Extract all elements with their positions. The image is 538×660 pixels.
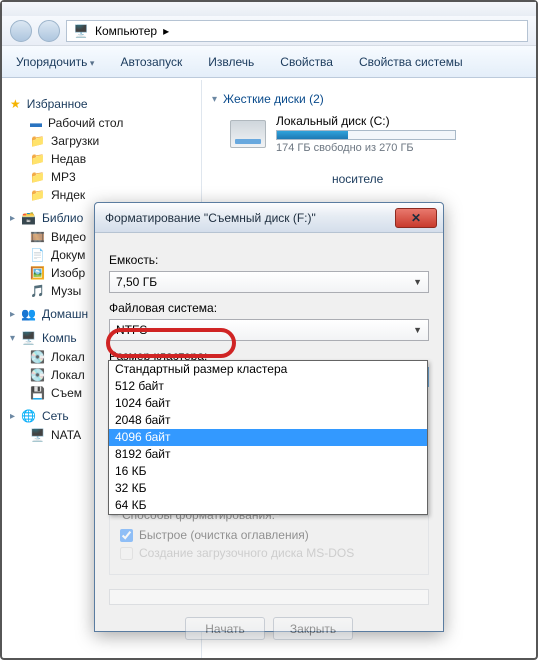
- fs-combo[interactable]: NTFS ▼: [109, 319, 429, 341]
- lbl: Сеть: [42, 409, 69, 423]
- breadcrumb-sep: ▸: [163, 24, 169, 38]
- grp-favorites[interactable]: ★Избранное: [8, 94, 195, 114]
- carrier-text: носителе: [332, 172, 526, 186]
- close-dlg-button[interactable]: Закрыть: [273, 617, 353, 640]
- msdos-boot-check: Создание загрузочного диска MS-DOS: [120, 546, 418, 560]
- progress-bar: [109, 589, 429, 605]
- cluster-dropdown[interactable]: Стандартный размер кластера512 байт1024 …: [108, 360, 428, 515]
- cluster-option[interactable]: 2048 байт: [109, 412, 427, 429]
- disk-free: 174 ГБ свободно из 270 ГБ: [276, 142, 456, 154]
- sidebar-item-mp3[interactable]: 📁MP3: [8, 168, 195, 186]
- lbl: Яндек: [51, 188, 85, 202]
- tb-properties[interactable]: Свойства: [280, 55, 333, 69]
- close-button[interactable]: ✕: [395, 208, 437, 228]
- tb-eject[interactable]: Извлечь: [208, 55, 254, 69]
- cluster-option[interactable]: Стандартный размер кластера: [109, 361, 427, 378]
- lbl: MP3: [51, 170, 76, 184]
- lbl: Музы: [51, 284, 81, 298]
- space-bar: [276, 130, 456, 140]
- capacity-label: Емкость:: [109, 253, 429, 267]
- cluster-option[interactable]: 16 КБ: [109, 463, 427, 480]
- lbl: Создание загрузочного диска MS-DOS: [139, 546, 354, 560]
- nav-back-button[interactable]: [10, 20, 32, 42]
- cluster-option[interactable]: 1024 байт: [109, 395, 427, 412]
- dialog-titlebar[interactable]: Форматирование "Съемный диск (F:)" ✕: [95, 203, 443, 233]
- lbl: Библио: [42, 211, 83, 225]
- cluster-option[interactable]: 32 КБ: [109, 480, 427, 497]
- cluster-option[interactable]: 8192 байт: [109, 446, 427, 463]
- cluster-option[interactable]: 64 КБ: [109, 497, 427, 514]
- address-bar[interactable]: 🖥️ Компьютер ▸: [66, 20, 528, 42]
- sidebar-item-desktop[interactable]: ▬Рабочий стол: [8, 114, 195, 132]
- lbl: Домашн: [42, 307, 88, 321]
- hdd-icon: [230, 120, 266, 148]
- lbl: Быстрое (очистка оглавления): [139, 528, 309, 542]
- toolbar: Упорядочить Автозапуск Извлечь Свойства …: [2, 46, 536, 78]
- lbl: NATA: [51, 428, 81, 442]
- sidebar-item-downloads[interactable]: 📁Загрузки: [8, 132, 195, 150]
- lbl: Съем: [51, 386, 82, 400]
- msdos-boot-checkbox: [120, 547, 133, 560]
- section-hdd[interactable]: Жесткие диски (2): [212, 92, 526, 106]
- start-button[interactable]: Начать: [185, 617, 265, 640]
- lbl: Изобр: [51, 266, 85, 280]
- lbl: Закрыть: [290, 622, 336, 636]
- breadcrumb-root[interactable]: Компьютер: [95, 24, 157, 38]
- disk-name: Локальный диск (C:): [276, 114, 456, 128]
- window-titlebar: [2, 2, 536, 16]
- grp-favorites-label: Избранное: [27, 97, 88, 111]
- cluster-option[interactable]: 4096 байт: [109, 429, 427, 446]
- lbl: Загрузки: [51, 134, 99, 148]
- capacity-value: 7,50 ГБ: [116, 275, 157, 289]
- lbl: Локал: [51, 350, 85, 364]
- chevron-down-icon: ▼: [413, 277, 422, 287]
- lbl: Жесткие диски (2): [223, 92, 324, 106]
- close-icon: ✕: [411, 211, 421, 225]
- address-bar-row: 🖥️ Компьютер ▸: [2, 16, 536, 46]
- quick-format-checkbox[interactable]: [120, 529, 133, 542]
- tb-organize[interactable]: Упорядочить: [16, 55, 94, 69]
- computer-icon: 🖥️: [73, 23, 89, 39]
- lbl: Видео: [51, 230, 86, 244]
- tb-sysproperties[interactable]: Свойства системы: [359, 55, 463, 69]
- fs-label: Файловая система:: [109, 301, 429, 315]
- lbl: Начать: [205, 622, 245, 636]
- sidebar-item-recent[interactable]: 📁Недав: [8, 150, 195, 168]
- dialog-title: Форматирование "Съемный диск (F:)": [105, 211, 316, 225]
- nav-fwd-button[interactable]: [38, 20, 60, 42]
- lbl: Локал: [51, 368, 85, 382]
- cluster-option[interactable]: 512 байт: [109, 378, 427, 395]
- fs-value: NTFS: [116, 323, 147, 337]
- lbl: Рабочий стол: [48, 116, 123, 130]
- chevron-down-icon: ▼: [413, 325, 422, 335]
- format-options-group: Способы форматирования: Быстрое (очистка…: [109, 515, 429, 575]
- lbl: Компь: [42, 331, 77, 345]
- lbl: Докум: [51, 248, 85, 262]
- disk-c[interactable]: Локальный диск (C:) 174 ГБ свободно из 2…: [230, 114, 526, 154]
- tb-autoplay[interactable]: Автозапуск: [120, 55, 182, 69]
- capacity-combo[interactable]: 7,50 ГБ ▼: [109, 271, 429, 293]
- quick-format-check[interactable]: Быстрое (очистка оглавления): [120, 528, 418, 542]
- lbl: Недав: [51, 152, 86, 166]
